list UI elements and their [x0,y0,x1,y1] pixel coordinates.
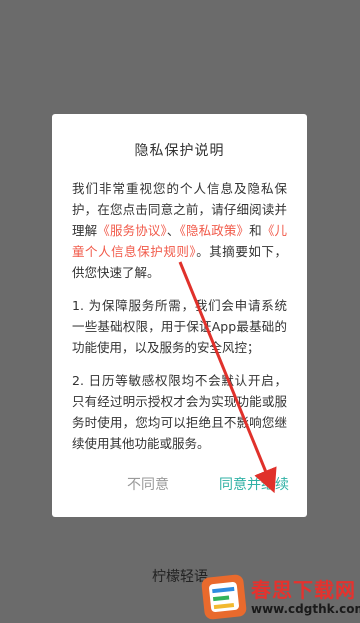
watermark-logo-icon [200,573,248,621]
watermark: 春思下载网 www.cdgthk.com [200,572,360,622]
red-arrow-annotation [178,261,277,494]
watermark-name: 春思下载网 [251,578,356,602]
watermark-url: www.cdgthk.com [251,602,360,616]
